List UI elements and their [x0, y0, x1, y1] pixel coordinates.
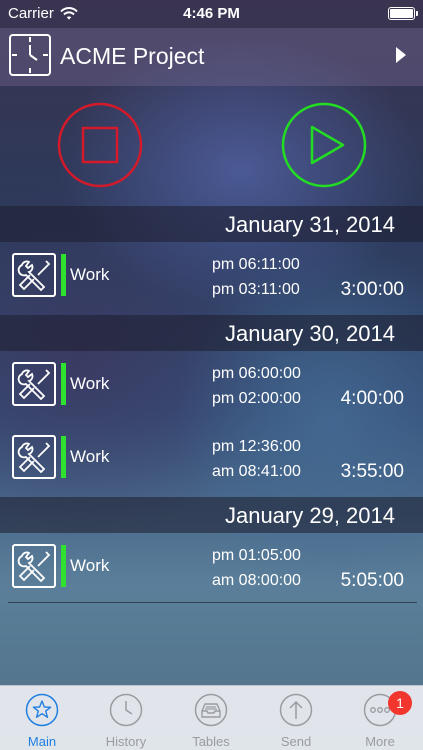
entry-end-time: am 08:00:00: [212, 572, 301, 589]
tab-main[interactable]: Main: [0, 686, 84, 750]
entry-duration: 3:00:00: [340, 279, 404, 300]
category-color-bar: [61, 363, 66, 405]
clock-icon[interactable]: [9, 34, 51, 76]
tab-label: Main: [27, 734, 57, 749]
tab-label: More: [365, 734, 395, 749]
entry-label: Work: [70, 447, 110, 466]
tab-send[interactable]: Send: [254, 686, 338, 750]
category-color-bar: [61, 436, 66, 478]
tab-more[interactable]: 1 More: [338, 686, 422, 750]
play-button[interactable]: [281, 102, 367, 188]
entry-start-time: pm 06:00:00: [212, 365, 301, 382]
clock-icon: [109, 693, 143, 727]
tab-label: Send: [280, 734, 312, 749]
battery-icon: [388, 7, 418, 20]
entry-start-time: pm 01:05:00: [212, 547, 301, 564]
section-header-date: January 30, 2014: [0, 315, 423, 351]
entry-label: Work: [70, 556, 110, 575]
next-arrow-icon[interactable]: [396, 47, 406, 63]
tools-icon: [12, 253, 56, 297]
tray-icon: [194, 693, 228, 727]
entry-start-time: pm 12:36:00: [212, 438, 301, 455]
tab-bar: Main History Tables Send 1 More: [0, 685, 423, 750]
entry-label: Work: [70, 374, 110, 393]
section-header-date: January 31, 2014: [0, 206, 423, 242]
tab-tables[interactable]: Tables: [169, 686, 253, 750]
tab-label: Tables: [192, 734, 230, 749]
status-bar: Carrier 4:46 PM: [0, 0, 423, 28]
tab-history[interactable]: History: [84, 686, 168, 750]
row-divider: [8, 602, 417, 603]
status-time: 4:46 PM: [183, 5, 240, 22]
stop-button[interactable]: [57, 102, 143, 188]
upload-icon: [279, 693, 313, 727]
entry-label: Work: [70, 265, 110, 284]
project-title: ACME Project: [60, 43, 205, 69]
tools-icon: [12, 435, 56, 479]
time-entry-row[interactable]: Work pm 06:00:00 pm 02:00:00 4:00:00: [0, 351, 423, 421]
star-icon: [25, 693, 59, 727]
entry-end-time: pm 03:11:00: [212, 281, 300, 298]
entry-end-time: am 08:41:00: [212, 463, 301, 480]
entry-start-time: pm 06:11:00: [212, 256, 300, 273]
section-date: January 31, 2014: [224, 212, 395, 237]
category-color-bar: [61, 254, 66, 296]
tab-label: History: [105, 734, 147, 749]
entry-duration: 4:00:00: [340, 388, 404, 409]
tools-icon: [12, 544, 56, 588]
time-entry-row[interactable]: Work pm 06:11:00 pm 03:11:00 3:00:00: [0, 242, 423, 312]
section-date: January 30, 2014: [224, 321, 395, 346]
nav-bar: ACME Project: [0, 28, 423, 86]
entry-duration: 5:05:00: [340, 570, 404, 591]
tools-icon: [12, 362, 56, 406]
time-entry-row[interactable]: Work pm 12:36:00 am 08:41:00 3:55:00: [0, 424, 423, 494]
category-color-bar: [61, 545, 66, 587]
entry-duration: 3:55:00: [340, 461, 404, 482]
section-header-date: January 29, 2014: [0, 497, 423, 533]
time-entry-row[interactable]: Work pm 01:05:00 am 08:00:00 5:05:00: [0, 533, 423, 603]
notification-badge: 1: [388, 691, 412, 715]
entry-end-time: pm 02:00:00: [212, 390, 301, 407]
section-date: January 29, 2014: [224, 503, 395, 528]
